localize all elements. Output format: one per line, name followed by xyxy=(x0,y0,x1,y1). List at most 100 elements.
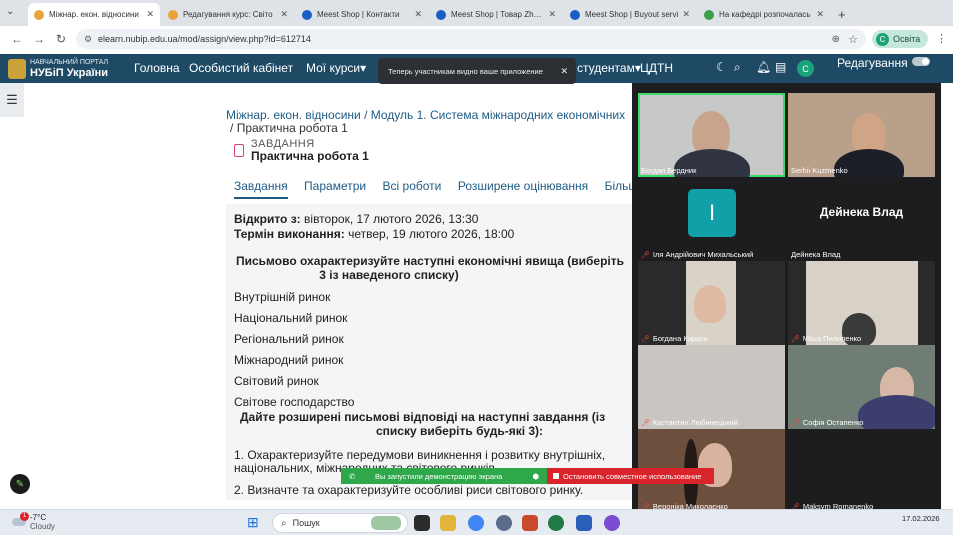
participant-initial: І xyxy=(688,189,736,237)
participant-tile[interactable]: 🎤︎ Міша Пилипенко xyxy=(788,261,935,345)
tab-title: Meest Shop | Товар Zheng xyxy=(451,10,545,19)
close-icon[interactable]: ✕ xyxy=(560,66,568,77)
site-info-icon[interactable]: ⚙ xyxy=(84,34,92,45)
url-field[interactable]: ⚙ elearn.nubip.edu.ua/mod/assign/view.ph… xyxy=(76,29,866,49)
list-item: Регіональний ринок xyxy=(234,332,344,346)
user-avatar[interactable]: C xyxy=(797,60,814,77)
browser-tab-2[interactable]: Meest Shop | Контакти ✕ xyxy=(296,3,428,26)
tab-settings[interactable]: Параметри xyxy=(304,179,366,197)
breadcrumb[interactable]: Міжнар. екон. відносини / Модуль 1. Сист… xyxy=(226,108,632,122)
nav-my-courses[interactable]: Мої курси▾ xyxy=(306,61,366,75)
site-logo[interactable]: НАВЧАЛЬНИЙ ПОРТАЛ НУБіП України xyxy=(8,56,122,81)
participant-name-text: Богдана Карась xyxy=(652,334,708,343)
close-icon[interactable]: ✕ xyxy=(146,9,154,20)
search-icon[interactable]: ⌕ xyxy=(734,60,741,75)
os-taskbar: 1 -7°C Cloudy ⊞ ⌕ Пошук 17.02.2026 xyxy=(0,509,953,535)
nav-students[interactable]: студентам▾ xyxy=(577,61,641,75)
task-view-icon[interactable] xyxy=(414,515,430,531)
browser-tab-3[interactable]: Meest Shop | Товар Zheng ✕ xyxy=(430,3,562,26)
close-icon[interactable]: ✕ xyxy=(414,9,422,20)
close-icon[interactable]: ✕ xyxy=(816,9,824,20)
url-text: elearn.nubip.edu.ua/mod/assign/view.php?… xyxy=(98,34,311,44)
participant-tile[interactable]: 🎤︎ Софія Остапенко xyxy=(788,345,935,429)
close-icon[interactable]: ✕ xyxy=(280,9,288,20)
opened-value: вівторок, 17 лютого 2026, 13:30 xyxy=(304,212,479,226)
browser-tab-4[interactable]: Meest Shop | Buyout servi ✕ xyxy=(564,3,696,26)
powerpoint-icon[interactable] xyxy=(522,515,538,531)
chrome-icon[interactable] xyxy=(468,515,484,531)
browser-menu-icon[interactable]: ⋮ xyxy=(936,32,947,45)
search-highlight-icon xyxy=(371,516,401,530)
meest-favicon-icon xyxy=(436,9,446,20)
tab-more[interactable]: Більше xyxy=(605,179,632,197)
taskbar-search-label: Пошук xyxy=(292,518,320,528)
tab-assignment[interactable]: Завдання xyxy=(234,179,288,199)
breadcrumb-current: / Практична робота 1 xyxy=(230,121,348,135)
participant-tile[interactable]: 🎤︎ Костантин Любинецький xyxy=(638,345,785,429)
weather-text: Cloudy xyxy=(30,522,55,531)
windows-start-icon[interactable]: ⊞ xyxy=(247,515,262,530)
settings-icon[interactable] xyxy=(496,515,512,531)
participant-name: 🎤︎ Костантин Любинецький xyxy=(641,418,738,427)
participant-name-text: Міша Пилипенко xyxy=(802,334,862,343)
tab-title: Редагування курс: Світо xyxy=(183,10,273,19)
profile-button[interactable]: C Освіта xyxy=(872,30,929,48)
toast-text: Теперь участникам видно ваше приложение xyxy=(388,66,543,76)
edit-mode-toggle[interactable] xyxy=(912,57,930,66)
logo-line2: НУБіП України xyxy=(30,66,108,79)
tasks-heading-2: списку виберіть будь-які 3): xyxy=(376,424,544,438)
participant-name: 🎤︎ Міша Пилипенко xyxy=(791,334,861,343)
notification-badge: 1 xyxy=(20,512,29,521)
messages-icon[interactable]: ▤ xyxy=(775,60,786,74)
page-title: Практична робота 1 xyxy=(251,149,369,163)
mic-muted-icon: 🎤︎ xyxy=(641,251,650,259)
weather-widget[interactable]: 1 -7°C Cloudy xyxy=(12,512,55,531)
word-icon[interactable] xyxy=(576,515,592,531)
chrome-profile-icon[interactable] xyxy=(548,515,564,531)
edit-pen-icon[interactable]: ✎ xyxy=(10,474,30,494)
breadcrumb-current-label: Практична робота 1 xyxy=(236,121,348,135)
participant-tile[interactable]: 🎤︎ Богдана Карась xyxy=(638,261,785,345)
tab-submissions[interactable]: Всі роботи xyxy=(383,179,442,197)
zoom-icon[interactable]: ⊕ xyxy=(832,34,840,45)
dark-mode-icon[interactable]: ☾ xyxy=(716,60,727,74)
due-value: четвер, 19 лютого 2026, 18:00 xyxy=(348,227,515,241)
taskbar-search[interactable]: ⌕ Пошук xyxy=(272,513,408,533)
browser-tab-0[interactable]: Міжнар. екон. відносини ✕ xyxy=(28,3,160,26)
participant-name-text: Serhii Kuzmenko xyxy=(791,166,848,175)
logo-line1: НАВЧАЛЬНИЙ ПОРТАЛ xyxy=(30,58,109,66)
browser-tab-5[interactable]: На кафедрі розпочалась ✕ xyxy=(698,3,830,26)
nav-students-label: студентам xyxy=(577,61,635,75)
bookmark-star-icon[interactable]: ☆ xyxy=(848,33,858,46)
nav-dashboard[interactable]: Особистий кабінет xyxy=(189,61,293,75)
clock-date: 17.02.2026 xyxy=(902,514,940,523)
close-icon[interactable]: ✕ xyxy=(682,9,690,20)
participant-tile[interactable]: І 🎤︎ Іля Андрійович Михальський xyxy=(638,177,785,261)
stop-sharing-button[interactable]: Остановить совместное использование xyxy=(547,468,714,484)
nav-home[interactable]: Головна xyxy=(134,61,180,75)
participant-tile[interactable]: Дейнека Влад Дейнека Влад xyxy=(788,177,935,261)
meest-favicon-icon xyxy=(570,9,580,20)
mic-muted-icon: 🎤︎ xyxy=(791,335,800,343)
bell-icon[interactable]: 🔔︎ xyxy=(756,60,771,74)
back-icon[interactable]: ← xyxy=(6,32,28,46)
file-explorer-icon[interactable] xyxy=(440,515,456,531)
forward-icon[interactable]: → xyxy=(28,32,50,46)
participant-tile[interactable]: Богдан Бердник xyxy=(638,93,785,177)
participant-name-text: Іля Андрійович Михальський xyxy=(652,250,754,259)
participant-name-text: Богдан Бердник xyxy=(641,166,697,175)
tab-advanced-grading[interactable]: Розширене оцінювання xyxy=(458,179,588,197)
new-tab-button[interactable]: + xyxy=(838,7,846,22)
course-index-toggle[interactable]: ☰ xyxy=(0,83,24,117)
weather-temp: -7°C xyxy=(30,513,47,522)
participant-tile[interactable]: 🎤︎ Maksym Romanenko xyxy=(788,429,935,513)
close-icon[interactable]: ✕ xyxy=(548,9,556,20)
reload-icon[interactable]: ↻ xyxy=(50,32,72,46)
viber-icon[interactable] xyxy=(604,515,620,531)
participant-tile[interactable]: Serhii Kuzmenko xyxy=(788,93,935,177)
tab-search-icon[interactable]: ⌄ xyxy=(6,6,20,20)
browser-tab-1[interactable]: Редагування курс: Світо ✕ xyxy=(162,3,294,26)
main-content: Міжнар. екон. відносини / Модуль 1. Сист… xyxy=(226,100,632,500)
system-clock[interactable]: 17.02.2026 xyxy=(902,514,940,523)
nav-cdtn[interactable]: ЦДТН xyxy=(640,61,673,75)
